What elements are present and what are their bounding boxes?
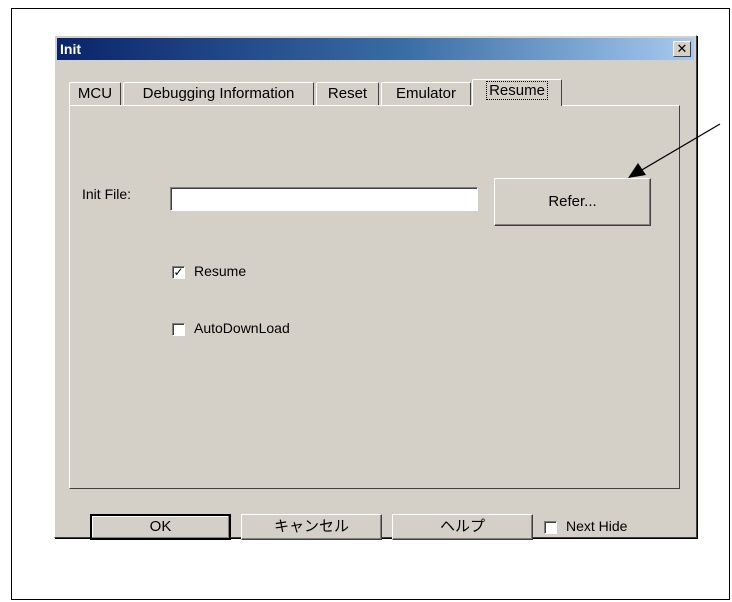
tab-label: Resume [486,81,548,100]
tab-resume[interactable]: Resume [472,79,562,106]
callout-arrow [628,123,721,178]
